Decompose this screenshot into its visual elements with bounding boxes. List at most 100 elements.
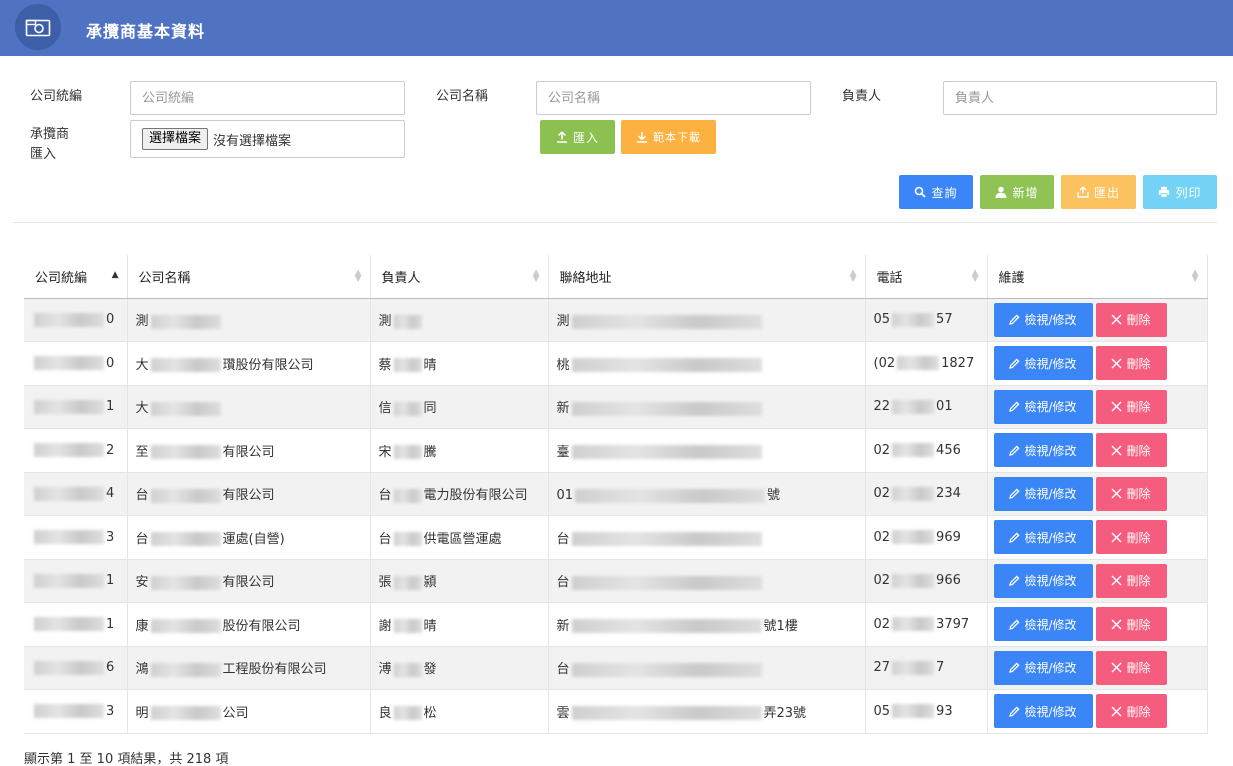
column-header-address[interactable]: 聯絡地址 ▲ ▼ xyxy=(548,255,866,299)
column-header-company-name[interactable]: 公司名稱 ▲ ▼ xyxy=(127,255,371,299)
import-label: 承攬商 匯入 xyxy=(30,125,69,165)
cell-tax-id: 0 xyxy=(24,298,128,342)
cell-address: 01 號 xyxy=(548,472,866,516)
cell-address: 新 xyxy=(548,385,866,429)
address-start: 臺 xyxy=(556,444,570,460)
delete-button[interactable]: 刪除 xyxy=(1095,520,1167,555)
delete-button[interactable]: 刪除 xyxy=(1095,563,1167,598)
company-name-input[interactable] xyxy=(536,81,811,115)
delete-button[interactable]: 刪除 xyxy=(1095,433,1167,468)
edit-button-label: 檢視/修改 xyxy=(1024,704,1077,719)
owner-input[interactable] xyxy=(943,81,1217,115)
edit-button-label: 檢視/修改 xyxy=(1024,661,1077,676)
edit-button[interactable]: 檢視/修改 xyxy=(993,433,1093,468)
print-button[interactable]: 列印 xyxy=(1143,175,1217,209)
phone-start: 22 xyxy=(873,399,891,415)
import-button[interactable]: 匯入 xyxy=(540,120,615,154)
column-header-tax-id[interactable]: 公司統編 ▲ xyxy=(24,255,128,299)
cell-owner: 信同 xyxy=(370,385,549,429)
delete-button[interactable]: 刪除 xyxy=(1095,694,1167,729)
edit-button[interactable]: 檢視/修改 xyxy=(993,476,1093,511)
address-start: 台 xyxy=(556,575,570,591)
delete-button[interactable]: 刪除 xyxy=(1095,476,1167,511)
redacted xyxy=(34,530,104,545)
edit-button-label: 檢視/修改 xyxy=(1024,617,1077,632)
redacted xyxy=(393,706,422,721)
edit-button[interactable]: 檢視/修改 xyxy=(993,563,1093,598)
edit-button[interactable]: 檢視/修改 xyxy=(993,389,1093,424)
search-icon xyxy=(915,186,927,198)
address-start: 桃 xyxy=(556,357,570,373)
cell-tax-id: 3 xyxy=(24,689,128,734)
pencil-icon xyxy=(1009,314,1020,326)
template-download-button[interactable]: 範本下載 xyxy=(621,120,716,154)
table-row: 2 至有限公司宋騰臺 02 456 檢視/修改 刪除 xyxy=(24,428,1208,473)
company-name-start: 大 xyxy=(135,401,149,417)
redacted xyxy=(34,617,104,632)
owner-end: 供電區營運處 xyxy=(423,531,502,547)
table-row: 4 台 有限公司 台 電力股份有限公司 01 號 02 234 檢視/修改 刪除 xyxy=(24,472,1208,516)
owner-end: 電力股份有限公司 xyxy=(423,488,528,504)
redacted xyxy=(897,356,940,371)
redacted xyxy=(34,312,104,327)
table-row: 3 台 運處(自營) 台 供電區營運處 台 02 969 檢視/修改 刪除 xyxy=(24,515,1208,560)
edit-button[interactable]: 檢視/修改 xyxy=(993,607,1093,642)
company-name-end: 運處(自營) xyxy=(222,531,285,547)
print-icon xyxy=(1159,186,1170,198)
edit-button[interactable]: 檢視/修改 xyxy=(993,650,1093,685)
cell-address: 新 號1樓 xyxy=(548,602,866,647)
column-header-owner[interactable]: 負責人 ▲ ▼ xyxy=(370,255,549,299)
cell-owner: 蔡晴 xyxy=(370,341,549,386)
redacted xyxy=(393,619,422,634)
cell-owner: 台 供電區營運處 xyxy=(370,515,549,560)
choose-file-button[interactable]: 選擇檔案 xyxy=(142,128,209,150)
edit-button-label: 檢視/修改 xyxy=(1024,574,1077,589)
edit-button[interactable]: 檢視/修改 xyxy=(993,520,1093,555)
cell-actions: 檢視/修改 刪除 xyxy=(987,602,1208,647)
column-header-maintain[interactable]: 維護 ▲ ▼ xyxy=(987,255,1208,299)
cell-phone: 22 01 xyxy=(865,385,988,429)
export-button[interactable]: 匯出 xyxy=(1061,175,1136,209)
cell-phone: 02 456 xyxy=(865,428,988,473)
cell-actions: 檢視/修改 刪除 xyxy=(987,472,1208,516)
cell-phone: 02 3797 xyxy=(865,602,988,647)
delete-button[interactable]: 刪除 xyxy=(1095,389,1167,424)
file-picker[interactable]: 選擇檔案 沒有選擇檔案 xyxy=(130,120,405,158)
phone-end: 01 xyxy=(936,399,953,415)
company-name-end: 有限公司 xyxy=(222,575,275,591)
import-button-label: 匯入 xyxy=(572,130,599,145)
owner-start: 信 xyxy=(378,401,392,417)
redacted xyxy=(571,662,762,677)
tax-id-value: 4 xyxy=(106,486,115,502)
redacted xyxy=(892,399,935,414)
delete-button[interactable]: 刪除 xyxy=(1095,346,1167,381)
close-icon xyxy=(1111,358,1122,369)
edit-button[interactable]: 檢視/修改 xyxy=(993,302,1093,337)
company-name-start: 至 xyxy=(135,444,149,460)
cell-company-name: 大 xyxy=(127,385,371,429)
redacted xyxy=(393,401,422,416)
edit-button[interactable]: 檢視/修改 xyxy=(993,346,1093,381)
add-button-label: 新增 xyxy=(1012,185,1039,200)
query-button[interactable]: 查詢 xyxy=(899,175,973,209)
delete-button[interactable]: 刪除 xyxy=(1095,607,1167,642)
delete-button-label: 刪除 xyxy=(1126,487,1151,502)
delete-button-label: 刪除 xyxy=(1126,400,1151,415)
redacted xyxy=(892,660,935,675)
cell-company-name: 至 有限公司 xyxy=(127,428,371,473)
edit-button[interactable]: 檢視/修改 xyxy=(993,694,1093,729)
company-name-end: 公司 xyxy=(222,705,249,721)
delete-button[interactable]: 刪除 xyxy=(1095,650,1167,685)
delete-button[interactable]: 刪除 xyxy=(1095,302,1167,337)
phone-end: 966 xyxy=(936,573,961,589)
column-header-phone[interactable]: 電話 ▲ ▼ xyxy=(865,255,988,299)
file-status: 沒有選擇檔案 xyxy=(213,133,292,149)
company-name-end: 有限公司 xyxy=(222,488,275,504)
owner-start: 蔡 xyxy=(378,357,392,373)
table-row: 1 安有限公司張潁台 02 966 檢視/修改 刪除 xyxy=(24,559,1208,603)
add-button[interactable]: 新增 xyxy=(980,175,1054,209)
query-button-label: 查詢 xyxy=(931,185,958,200)
cell-owner: 良松 xyxy=(370,689,549,734)
tax-id-input[interactable] xyxy=(130,81,405,115)
tax-id-value: 1 xyxy=(106,616,115,632)
